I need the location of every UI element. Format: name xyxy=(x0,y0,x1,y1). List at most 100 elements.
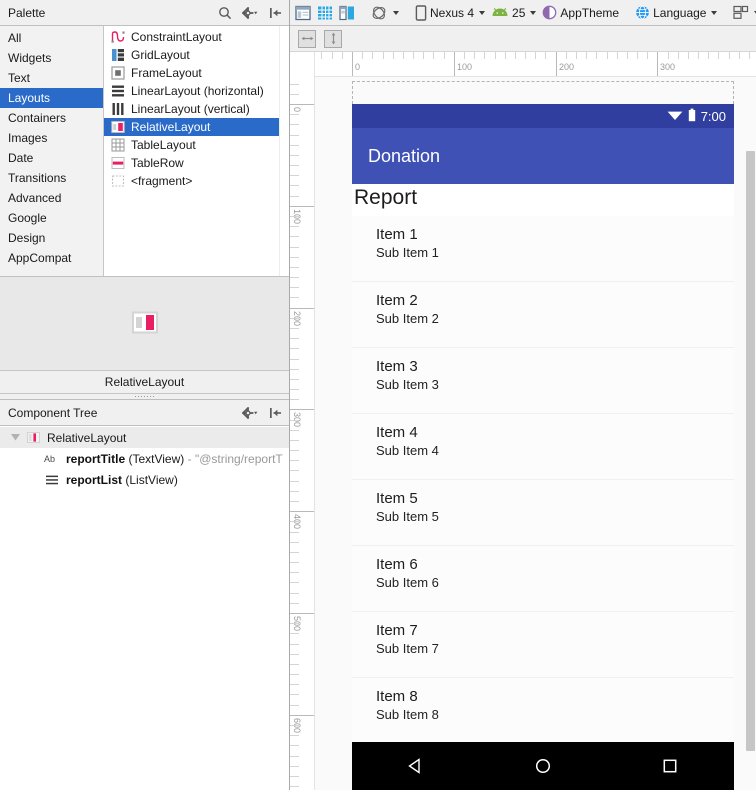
blueprint-mode-button[interactable] xyxy=(314,2,336,24)
palette-item-fragment[interactable]: <fragment> xyxy=(104,172,289,190)
list-item[interactable]: Item 3 Sub Item 3 xyxy=(352,347,734,414)
ruler-tick xyxy=(627,52,628,59)
ruler-tick xyxy=(433,52,434,59)
list-item-title: Item 4 xyxy=(376,423,418,441)
ruler-tick xyxy=(290,226,299,227)
palette-item-label: TableLayout xyxy=(131,138,196,152)
home-nav-icon[interactable] xyxy=(530,753,556,779)
list-item[interactable]: Item 6 Sub Item 6 xyxy=(352,545,734,612)
back-nav-icon[interactable] xyxy=(403,753,429,779)
palette-category-design[interactable]: Design xyxy=(0,228,103,248)
palette-category-google[interactable]: Google xyxy=(0,208,103,228)
palette-item-label: LinearLayout (horizontal) xyxy=(131,84,264,98)
palette-category-images[interactable]: Images xyxy=(0,128,103,148)
chevron-down-icon[interactable] xyxy=(479,10,486,15)
palette-item-tablelayout[interactable]: TableLayout xyxy=(104,136,289,154)
orientation-button[interactable] xyxy=(368,2,402,24)
palette-item-framelayout[interactable]: FrameLayout xyxy=(104,64,289,82)
collapse-icon[interactable] xyxy=(267,405,283,421)
design-surface[interactable]: 7:00 Donation Report Item 1 Sub Item 1 I… xyxy=(314,76,756,790)
palette-category-appcompat[interactable]: AppCompat xyxy=(0,248,103,268)
palette-item-gridlayout[interactable]: GridLayout xyxy=(104,46,289,64)
ruler-tick xyxy=(290,185,299,186)
api-selector-button[interactable]: 25 xyxy=(488,2,539,24)
ruler-tick xyxy=(290,603,299,604)
layout-variants-button[interactable] xyxy=(730,2,756,24)
palette-scrollbar[interactable] xyxy=(279,26,289,276)
component-tree-header: Component Tree xyxy=(0,400,289,426)
tree-node-reportlist[interactable]: reportList (ListView) xyxy=(0,469,289,490)
palette-category-transitions[interactable]: Transitions xyxy=(0,168,103,188)
list-item[interactable]: Item 5 Sub Item 5 xyxy=(352,479,734,546)
textview-icon: Ab xyxy=(44,452,60,466)
ruler-tick xyxy=(290,399,299,400)
fragment-icon xyxy=(110,173,126,189)
palette-item-relativelayout[interactable]: RelativeLayout xyxy=(104,118,289,136)
wifi-icon xyxy=(667,109,683,124)
list-item-title: Item 8 xyxy=(376,687,418,705)
report-title-textview[interactable]: Report xyxy=(352,184,734,216)
palette-title: Palette xyxy=(8,5,46,20)
report-listview[interactable]: Item 1 Sub Item 1 Item 2 Sub Item 2 Item… xyxy=(352,215,734,744)
palette-category-text[interactable]: Text xyxy=(0,68,103,88)
palette-scrollbar-thumb[interactable] xyxy=(281,28,288,148)
palette-category-widgets[interactable]: Widgets xyxy=(0,48,103,68)
theme-selector-button[interactable]: AppTheme xyxy=(539,2,622,24)
tree-node-label: RelativeLayout xyxy=(47,430,127,445)
palette-item-constraintlayout[interactable]: ConstraintLayout xyxy=(104,28,289,46)
expand-horizontal-button[interactable] xyxy=(298,29,316,48)
recents-nav-icon[interactable] xyxy=(657,753,683,779)
ruler-tick xyxy=(290,756,299,757)
palette-item-tablerow[interactable]: TableRow xyxy=(104,154,289,172)
palette-component-list[interactable]: ConstraintLayout GridLayout FrameLayout … xyxy=(104,26,289,276)
palette-category-containers[interactable]: Containers xyxy=(0,108,103,128)
relative-layout-preview-icon xyxy=(131,309,158,338)
palette-category-advanced[interactable]: Advanced xyxy=(0,188,103,208)
list-item-title: Item 7 xyxy=(376,621,418,639)
ruler-tick xyxy=(290,216,299,217)
palette-category-layouts[interactable]: Layouts xyxy=(0,88,103,108)
device-selector-button[interactable]: Nexus 4 xyxy=(412,2,488,24)
ruler-tick xyxy=(290,633,299,634)
palette-category-list[interactable]: All Widgets Text Layouts Containers Imag… xyxy=(0,26,104,276)
design-sub-toolbar xyxy=(290,26,756,52)
ruler-tick xyxy=(290,257,299,258)
device-preview[interactable]: 7:00 Donation Report Item 1 Sub Item 1 I… xyxy=(352,104,734,758)
ruler-tick xyxy=(617,52,618,59)
table-row-icon xyxy=(110,155,126,171)
canvas-scrollbar-thumb[interactable] xyxy=(746,151,755,751)
chevron-down-icon[interactable] xyxy=(393,10,399,15)
vertical-ruler: 0100200300400500600 xyxy=(290,52,315,790)
ruler-tick xyxy=(576,52,577,59)
ruler-tick xyxy=(290,277,299,278)
gear-dropdown-icon[interactable] xyxy=(242,405,258,421)
list-item[interactable]: Item 7 Sub Item 7 xyxy=(352,611,734,678)
list-item[interactable]: Item 1 Sub Item 1 xyxy=(352,215,734,282)
list-item[interactable]: Item 8 Sub Item 8 xyxy=(352,677,734,744)
expand-vertical-button[interactable] xyxy=(324,29,342,48)
palette-category-date[interactable]: Date xyxy=(0,148,103,168)
component-tree-body[interactable]: RelativeLayout Ab reportTitle (TextView)… xyxy=(0,426,289,790)
palette-item-linearlayout-horizontal[interactable]: LinearLayout (horizontal) xyxy=(104,82,289,100)
palette-item-label: ConstraintLayout xyxy=(131,30,222,44)
tree-node-reporttitle[interactable]: Ab reportTitle (TextView) - "@string/rep… xyxy=(0,448,289,469)
list-item[interactable]: Item 2 Sub Item 2 xyxy=(352,281,734,348)
ruler-tick xyxy=(332,52,333,59)
design-canvas[interactable]: 7:00 Donation Report Item 1 Sub Item 1 I… xyxy=(290,52,756,790)
palette-category-all[interactable]: All xyxy=(0,28,103,48)
design-mode-button[interactable] xyxy=(292,2,314,24)
gear-dropdown-icon[interactable] xyxy=(242,5,258,21)
language-selector-button[interactable]: Language xyxy=(632,2,720,24)
search-icon[interactable] xyxy=(217,5,233,21)
ruler-tick xyxy=(423,52,424,59)
split-mode-button[interactable] xyxy=(336,2,358,24)
chevron-down-icon[interactable] xyxy=(711,10,718,15)
list-item[interactable]: Item 4 Sub Item 4 xyxy=(352,413,734,480)
chevron-down-icon[interactable] xyxy=(8,431,22,445)
collapse-icon[interactable] xyxy=(267,5,283,21)
ruler-tick xyxy=(403,52,404,59)
palette-item-linearlayout-vertical[interactable]: LinearLayout (vertical) xyxy=(104,100,289,118)
chevron-down-icon[interactable] xyxy=(530,10,537,15)
tree-node-relativelayout[interactable]: RelativeLayout xyxy=(0,427,289,448)
palette-preview-caption: RelativeLayout xyxy=(0,371,289,394)
